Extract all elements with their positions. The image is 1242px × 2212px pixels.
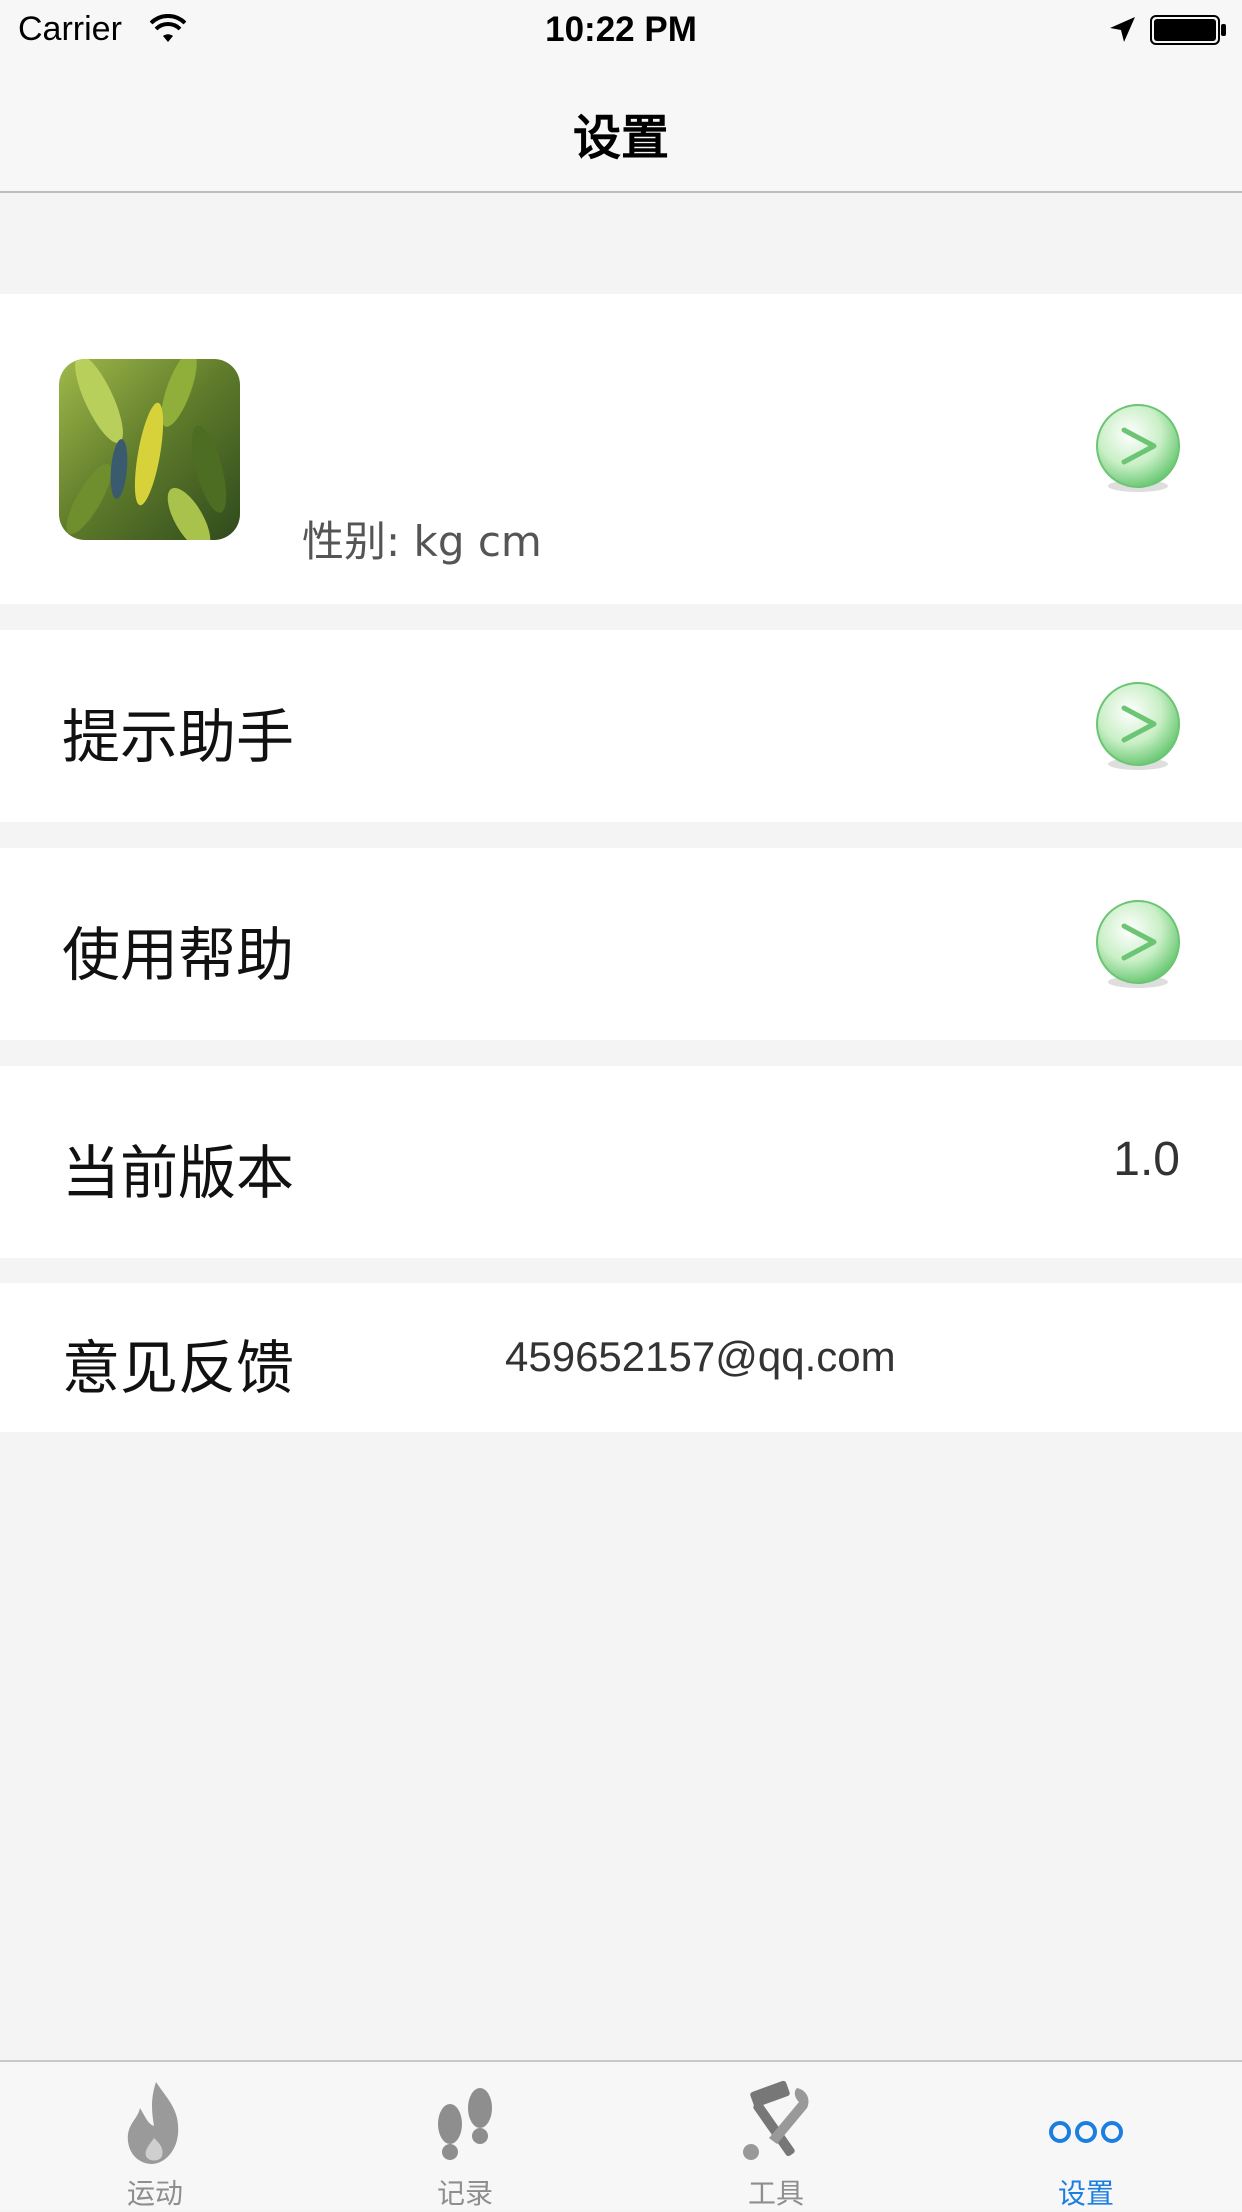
tools-icon <box>743 2080 809 2160</box>
tab-bar: 运动 记录 工具 设置 <box>0 2060 1242 2210</box>
clock: 10:22 PM <box>545 10 697 49</box>
tab-label: 记录 <box>436 2177 493 2210</box>
feedback-email[interactable]: 459652157@qq.com <box>505 1333 896 1381</box>
tab-settings[interactable]: 设置 <box>931 2062 1241 2210</box>
chevron-right-icon[interactable] <box>1094 680 1182 772</box>
feedback-row[interactable]: 意见反馈 459652157@qq.com <box>0 1283 1242 1432</box>
chevron-right-icon[interactable] <box>1094 402 1182 494</box>
page-title: 设置 <box>572 110 669 166</box>
more-dots-icon <box>1049 2121 1123 2143</box>
tab-label: 设置 <box>1057 2177 1114 2210</box>
profile-subtitle: 性别: kg cm <box>302 517 542 566</box>
tab-sport[interactable]: 运动 <box>0 2062 310 2210</box>
chevron-right-icon[interactable] <box>1094 898 1182 990</box>
version-row: 当前版本 1.0 <box>0 1066 1242 1258</box>
avatar <box>59 359 240 540</box>
version-value: 1.0 <box>1113 1133 1180 1186</box>
status-bar: Carrier 10:22 PM <box>0 0 1242 60</box>
location-arrow-icon <box>1110 17 1135 42</box>
help-label: 使用帮助 <box>62 921 295 989</box>
tab-label: 工具 <box>747 2177 804 2210</box>
version-label: 当前版本 <box>62 1139 295 1207</box>
battery-icon <box>1150 15 1226 45</box>
tab-label: 运动 <box>126 2177 183 2210</box>
flame-icon <box>127 2082 179 2164</box>
assistant-row[interactable]: 提示助手 <box>0 630 1242 822</box>
leaf-photo <box>59 359 240 540</box>
navigation-bar: 设置 <box>0 60 1242 193</box>
profile-row[interactable]: 性别: kg cm <box>0 294 1242 604</box>
help-row[interactable]: 使用帮助 <box>0 848 1242 1040</box>
footprints-icon <box>438 2088 492 2160</box>
tab-tools[interactable]: 工具 <box>621 2062 931 2210</box>
tab-record[interactable]: 记录 <box>310 2062 620 2210</box>
feedback-label: 意见反馈 <box>62 1334 295 1402</box>
assistant-label: 提示助手 <box>62 703 295 771</box>
